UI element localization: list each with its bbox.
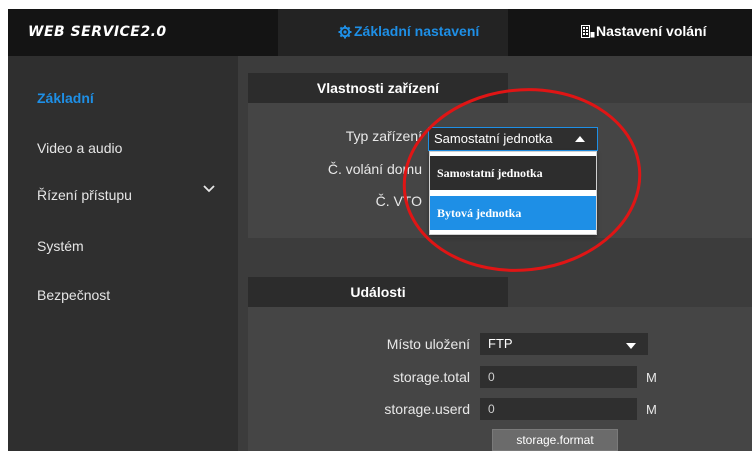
chevron-down-icon[interactable] [203,185,215,193]
device-properties-title: Vlastnosti zařízení [248,73,508,103]
storage-userd-input[interactable]: 0 [479,397,638,421]
call-number-label: Č. volání domu [327,161,422,177]
storage-total-input[interactable]: 0 [479,365,638,389]
storage-total-unit: M [646,370,657,385]
storage-location-label: Místo uložení [386,336,470,352]
storage-userd-label: storage.userd [384,401,470,417]
main-content: Vlastnosti zařízení Události [238,56,752,451]
sidebar-item-system[interactable]: Systém [37,238,84,254]
dropdown-option-standalone[interactable]: Samostatní jednotka [430,156,596,190]
storage-location-value: FTP [488,336,513,351]
storage-total-label: storage.total [392,369,470,385]
storage-format-button[interactable]: storage.format [492,429,618,451]
events-panel: Události [248,277,752,451]
gear-icon [338,25,352,39]
dropdown-option-apartment[interactable]: Bytová jednotka [430,196,596,230]
device-type-label: Typ zařízení [345,128,422,144]
events-title: Události [248,277,508,307]
panel-tabstrip [508,73,752,103]
tab-call-settings[interactable]: Nastavení volání [581,23,707,39]
device-type-select[interactable]: Samostatní jednotka [428,127,598,151]
sidebar-item-access-control[interactable]: Řízení přístupu [37,187,132,203]
sidebar-item-security[interactable]: Bezpečnost [37,287,110,303]
sidebar-item-basic[interactable]: Základní [37,90,94,106]
vto-number-label: Č. VTO [375,193,422,209]
device-type-dropdown: Samostatní jednotka Bytová jednotka [429,151,597,235]
storage-location-select[interactable]: FTP [479,332,649,356]
brand-logo: WEB SERVICE2.0 [28,24,167,40]
sidebar: Základní Video a audio Řízení přístupu S… [8,56,238,451]
device-type-value: Samostatní jednotka [434,131,553,146]
storage-userd-unit: M [646,402,657,417]
tab-call-label: Nastavení volání [596,23,707,39]
caret-up-icon [575,136,585,142]
tab-basic-settings[interactable]: Základní nastavení [278,9,508,56]
tab-basic-label: Základní nastavení [354,23,480,39]
building-icon [581,25,595,38]
panel-tabstrip [508,277,752,307]
top-bar: WEB SERVICE2.0 Základní nastavení Nastav… [8,9,752,56]
sidebar-item-video-audio[interactable]: Video a audio [37,140,122,156]
caret-down-icon [626,343,636,349]
